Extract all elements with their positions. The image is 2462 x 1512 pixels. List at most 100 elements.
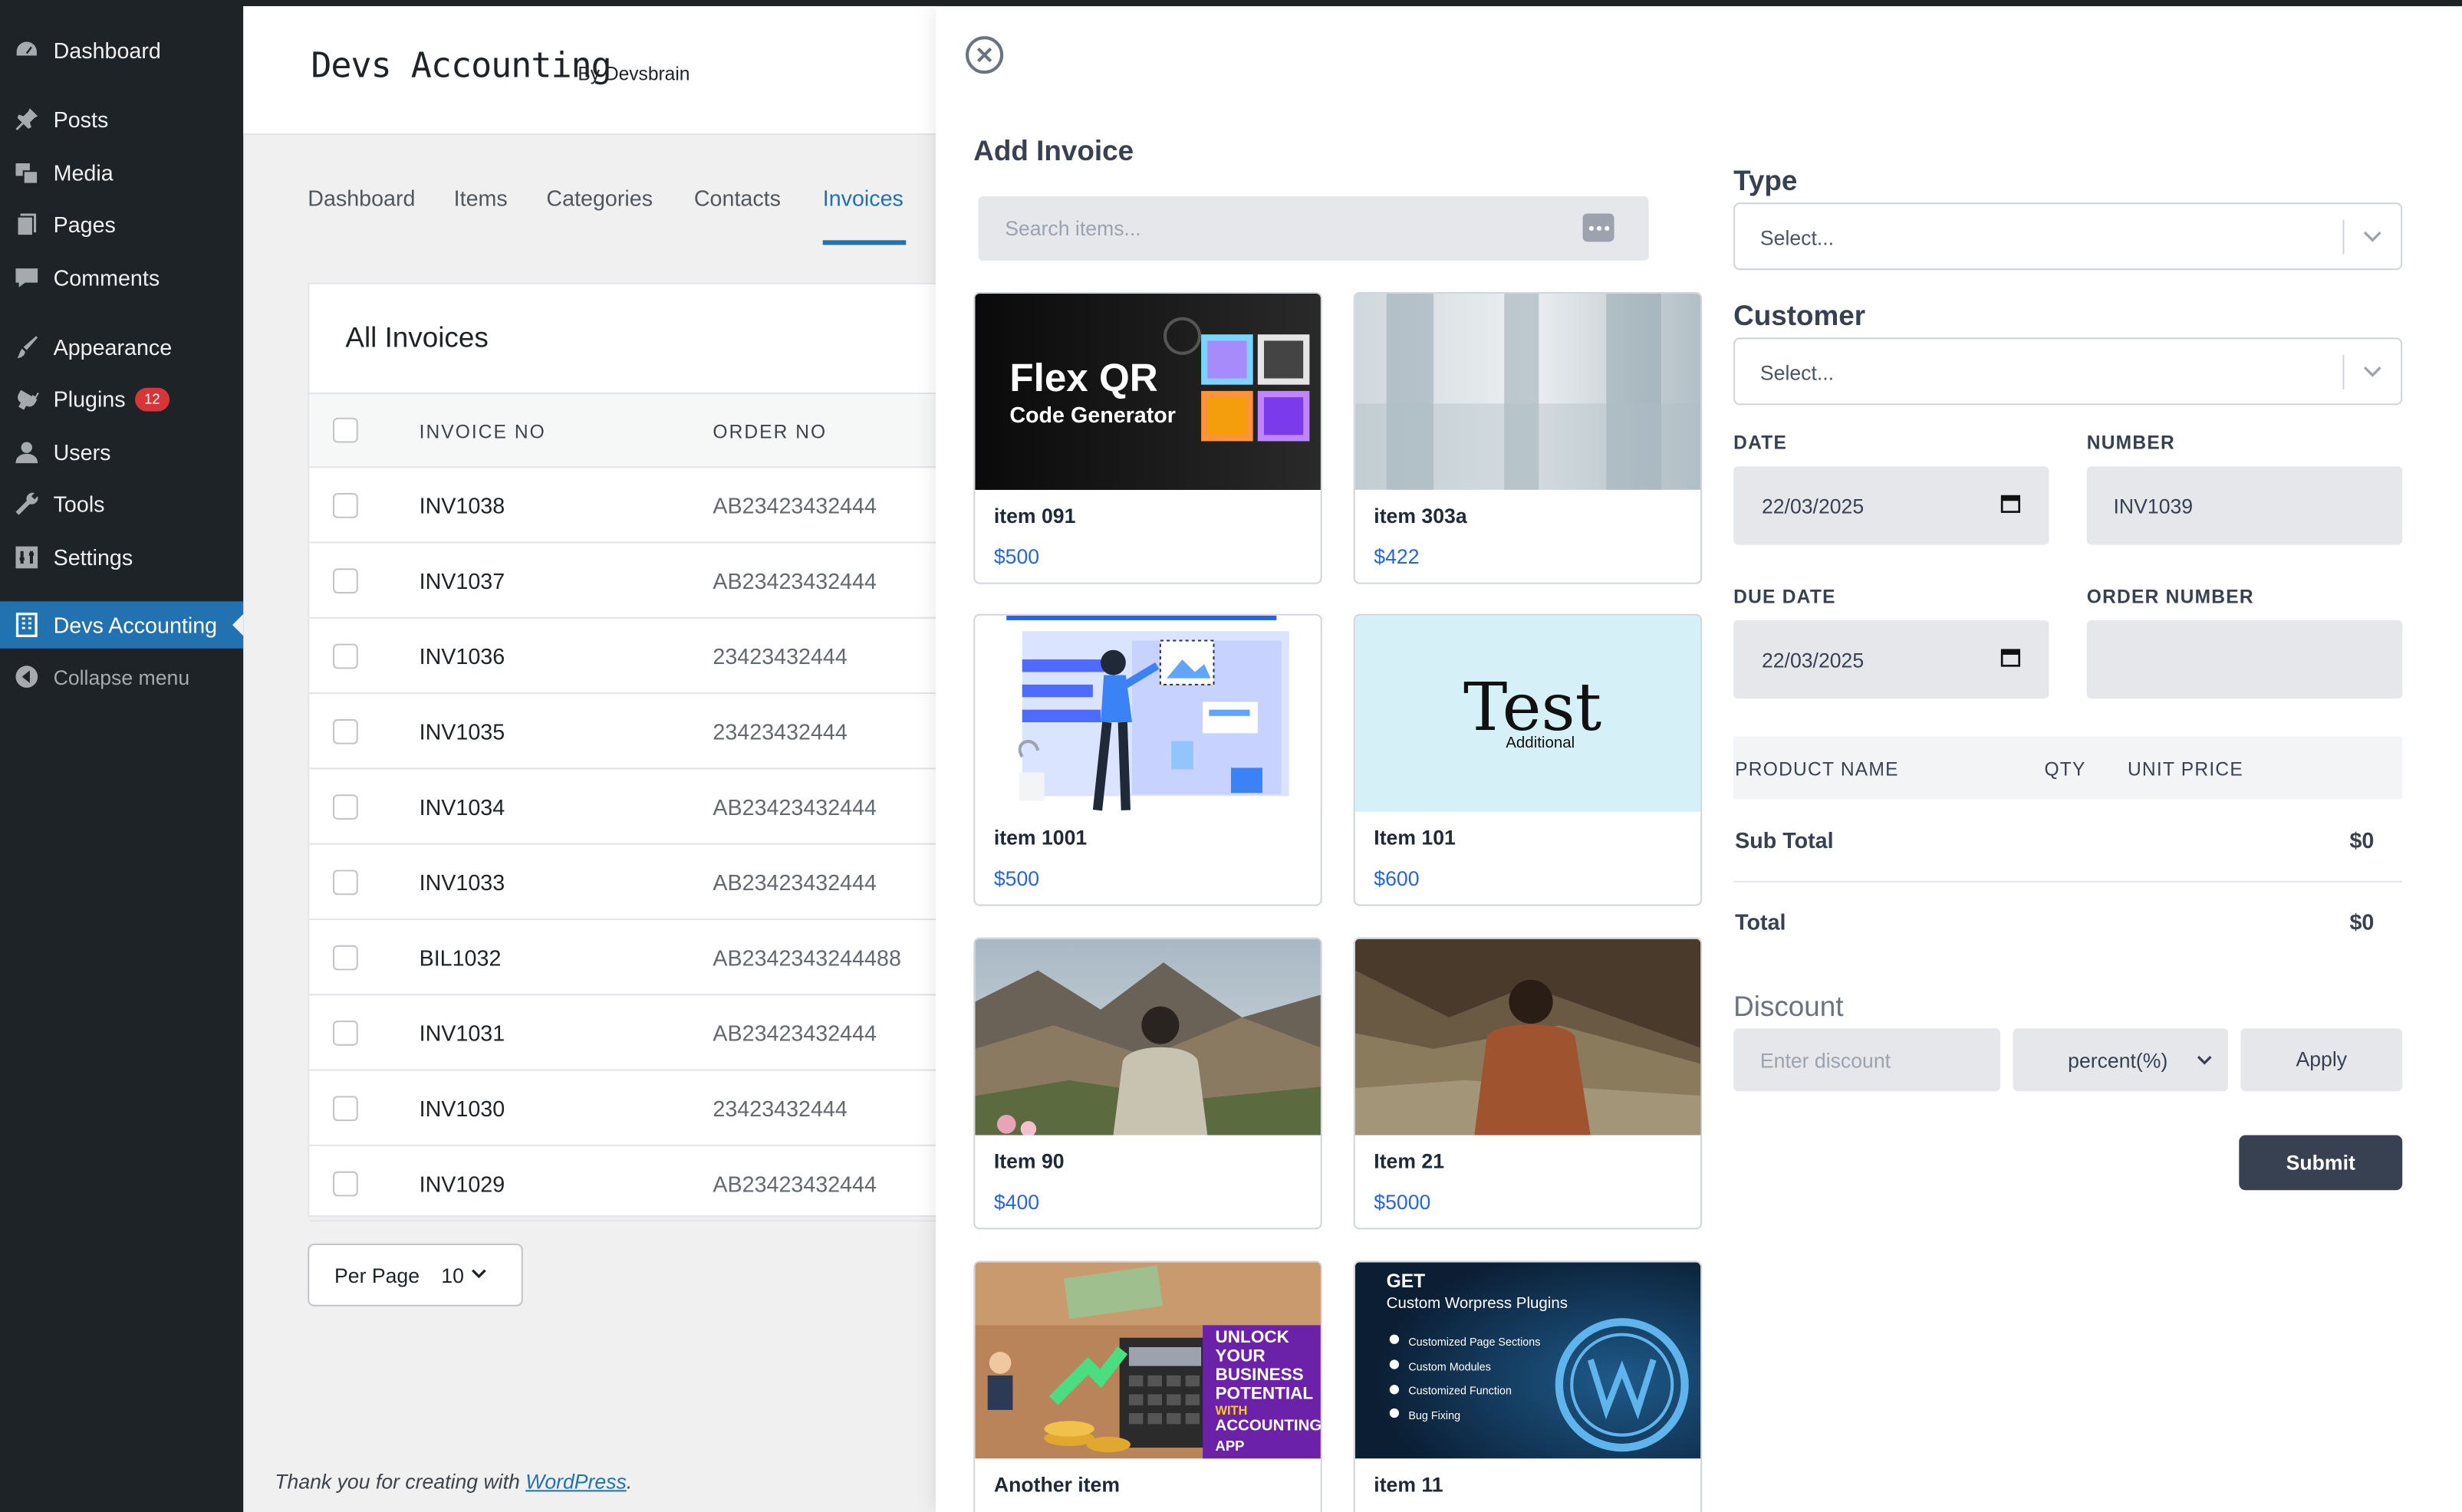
invoice-number[interactable]: BIL1032 [420,945,502,971]
wp-menu-plugins[interactable]: Plugins 12 [0,375,243,422]
chevron-down-icon [2362,360,2384,390]
banner-line: UNLOCK [1215,1328,1289,1348]
table-row[interactable]: INV1035 23423432444 [309,694,938,770]
date-input[interactable]: 22/03/2025 [1733,466,2049,545]
more-icon[interactable] [1582,213,1614,242]
row-checkbox[interactable] [333,1171,358,1197]
table-row[interactable]: BIL1032 AB2342343244488 [309,920,938,996]
row-checkbox[interactable] [333,869,358,896]
item-card[interactable]: item 303a $422 [1353,291,1703,584]
tab-categories[interactable]: Categories [546,186,653,211]
wp-menu-media[interactable]: Media [0,150,243,196]
wp-menu-devs-accounting[interactable]: Devs Accounting [0,601,244,649]
wp-menu-settings[interactable]: Settings [0,534,243,580]
plugin-icon [12,385,41,413]
row-checkbox[interactable] [333,643,358,669]
column-order-no[interactable]: ORDER NO [713,421,827,443]
wp-menu-comments[interactable]: Comments [0,255,243,301]
item-image-subtitle: Custom Worpress Plugins [1386,1295,1568,1313]
subtotal-label: Sub Total [1735,827,1834,853]
calendar-icon[interactable] [2000,493,2021,514]
column-invoice-no[interactable]: INVOICE NO [420,421,546,443]
apply-discount-button[interactable]: Apply [2240,1028,2403,1092]
column-unit-price: UNIT PRICE [2127,758,2244,781]
invoice-number[interactable]: INV1033 [420,869,505,895]
table-row[interactable]: INV1037 AB23423432444 [309,544,938,619]
wordpress-link[interactable]: WordPress [525,1470,627,1494]
wp-menu-label: Collapse menu [53,665,190,689]
item-card[interactable]: Item 21 $5000 [1353,937,1703,1230]
invoice-number[interactable]: INV1037 [420,568,505,593]
search-input[interactable] [978,196,1575,261]
submit-button[interactable]: Submit [2239,1135,2403,1191]
banner-line: APP [1215,1438,1245,1454]
tab-dashboard[interactable]: Dashboard [308,186,415,211]
collapse-icon [12,662,41,691]
admin-bar [0,0,2462,7]
order-number: AB23423432444 [713,1021,877,1046]
item-image-subtitle: Additional [1506,735,1575,752]
item-card[interactable]: UNLOCK YOUR BUSINESS POTENTIAL WITH ACCO… [973,1261,1322,1512]
item-card[interactable]: Flex QR Code Generator item 091 $500 [973,291,1322,584]
row-checkbox[interactable] [333,1021,358,1046]
wp-menu-appearance[interactable]: Appearance [0,324,243,370]
app-title: Devs Accounting [311,47,611,87]
type-select[interactable]: Select... [1733,202,2403,271]
discount-type-select[interactable]: percent(%) [2013,1028,2228,1092]
item-card[interactable]: item 1001 $500 [973,613,1322,906]
item-card[interactable]: GET Custom Worpress Plugins Customized P… [1353,1261,1703,1512]
tab-contacts[interactable]: Contacts [694,186,781,211]
due-date-input[interactable]: 22/03/2025 [1733,620,2049,699]
banner-line: YOUR [1215,1347,1266,1366]
customer-label: Customer [1733,300,1866,332]
discount-input[interactable] [1733,1028,2001,1092]
table-row[interactable]: INV1038 AB23423432444 [309,468,938,544]
type-placeholder: Select... [1759,225,1835,250]
wp-collapse-menu[interactable]: Collapse menu [0,653,243,700]
invoice-number[interactable]: INV1030 [420,1096,505,1121]
item-image [975,615,1321,812]
calendar-icon[interactable] [2000,647,2021,668]
item-name: item 091 [993,504,1076,528]
invoice-number[interactable]: INV1031 [420,1021,505,1046]
table-row[interactable]: INV1031 AB23423432444 [309,995,938,1071]
select-separator [2342,354,2345,390]
number-input[interactable]: INV1039 [2086,466,2403,545]
table-row[interactable]: INV1036 23423432444 [309,619,938,695]
row-checkbox[interactable] [333,568,358,594]
per-page-select[interactable]: Per Page 10 [308,1243,523,1307]
select-all-checkbox[interactable] [333,417,358,443]
close-drawer-button[interactable] [964,35,1005,75]
item-card[interactable]: Item 90 $400 [973,937,1322,1230]
item-card[interactable]: Test Additional Item 101 $600 [1353,613,1703,906]
select-separator [2342,219,2345,255]
table-row[interactable]: INV1034 AB23423432444 [309,769,938,845]
tab-items[interactable]: Items [454,186,508,211]
wp-menu-label: Plugins [53,386,126,412]
wp-menu-posts[interactable]: Posts [0,96,243,143]
table-row[interactable]: INV1030 23423432444 [309,1071,938,1146]
banner-line: ACCOUNTING [1215,1418,1322,1435]
invoice-number[interactable]: INV1038 [420,493,505,518]
wp-menu-pages[interactable]: Pages [0,201,243,248]
invoice-number[interactable]: INV1029 [420,1172,505,1197]
wp-menu-label: Tools [53,491,105,517]
order-number-input[interactable] [2086,620,2403,699]
row-checkbox[interactable] [333,794,358,820]
table-row[interactable]: INV1033 AB23423432444 [309,845,938,921]
row-checkbox[interactable] [333,493,358,518]
table-row[interactable]: INV1029 AB23423432444 [309,1146,938,1222]
row-checkbox[interactable] [333,1096,358,1122]
invoices-card: All Invoices INVOICE NO ORDER NO INV1038… [308,282,938,1222]
customer-select[interactable]: Select... [1733,337,2403,406]
invoice-number[interactable]: INV1036 [420,644,505,669]
row-checkbox[interactable] [333,718,358,744]
tab-invoices[interactable]: Invoices [823,186,904,211]
wp-menu-users[interactable]: Users [0,429,243,475]
invoice-number[interactable]: INV1035 [420,719,505,744]
wp-menu-tools[interactable]: Tools [0,481,243,528]
item-name: item 11 [1374,1472,1443,1497]
wp-menu-dashboard[interactable]: Dashboard [0,27,243,74]
row-checkbox[interactable] [333,945,358,971]
invoice-number[interactable]: INV1034 [420,794,505,820]
